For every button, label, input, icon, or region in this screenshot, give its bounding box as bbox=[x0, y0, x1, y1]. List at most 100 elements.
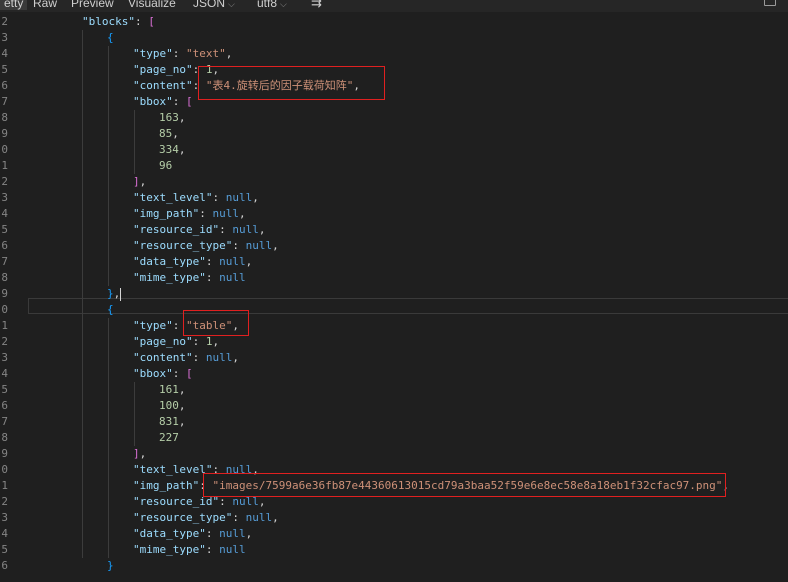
line-number: 2 bbox=[1, 335, 8, 348]
code-line[interactable]: ], bbox=[133, 446, 146, 462]
line-number: 9 bbox=[1, 447, 8, 460]
code-token-kw: null bbox=[205, 351, 233, 364]
code-token-punc: , bbox=[139, 175, 147, 188]
content-highlight bbox=[198, 66, 385, 100]
code-token-punc: : bbox=[199, 207, 213, 220]
tab-visualize[interactable]: Visualize bbox=[128, 0, 176, 10]
line-number: 5 bbox=[1, 383, 8, 396]
code-token-punc: , bbox=[113, 287, 121, 300]
code-token-punc: , bbox=[172, 127, 179, 140]
code-line[interactable]: 100, bbox=[159, 398, 186, 414]
code-token-br1: ] bbox=[133, 447, 140, 460]
img-path-highlight bbox=[203, 473, 726, 497]
code-token-punc: , bbox=[272, 239, 279, 252]
line-number: 3 bbox=[1, 191, 8, 204]
code-token-punc: , bbox=[212, 335, 220, 348]
code-line[interactable]: 96 bbox=[159, 158, 172, 174]
format-select[interactable]: JSON ⌵ bbox=[193, 0, 235, 11]
code-token-key: "blocks" bbox=[82, 15, 135, 28]
text-cursor bbox=[120, 287, 122, 301]
code-line[interactable]: 163, bbox=[159, 110, 186, 126]
code-token-punc: : bbox=[172, 367, 186, 380]
code-line[interactable]: "mime_type": null bbox=[133, 542, 246, 558]
code-token-punc: , bbox=[178, 415, 186, 428]
encoding-select[interactable]: utf8 ⌵ bbox=[257, 0, 287, 11]
code-token-key: "page_no" bbox=[133, 335, 193, 348]
code-token-br1: [ bbox=[186, 367, 193, 380]
code-token-key: "img_path" bbox=[133, 207, 200, 220]
code-line[interactable]: "img_path": null, bbox=[133, 206, 246, 222]
indent-guide bbox=[108, 46, 109, 286]
code-token-key: "resource_type" bbox=[133, 511, 233, 524]
code-line[interactable]: 334, bbox=[159, 142, 186, 158]
code-token-kw: null bbox=[225, 191, 253, 204]
code-token-key: "mime_type" bbox=[133, 271, 206, 284]
encoding-select-value: utf8 bbox=[257, 0, 278, 10]
code-line[interactable]: "blocks": [ bbox=[82, 14, 155, 30]
code-token-punc: , bbox=[178, 143, 186, 156]
code-token-punc: : bbox=[232, 239, 246, 252]
code-token-num: 96 bbox=[159, 159, 173, 172]
code-line[interactable]: { bbox=[107, 30, 114, 46]
code-line[interactable]: "mime_type": null bbox=[133, 270, 246, 286]
code-line[interactable]: { bbox=[107, 302, 114, 318]
line-number: 4 bbox=[1, 207, 8, 220]
code-token-key: "text_level" bbox=[133, 191, 213, 204]
code-line[interactable]: 831, bbox=[159, 414, 186, 430]
code-token-kw: null bbox=[219, 255, 246, 268]
line-number: 5 bbox=[1, 543, 8, 556]
line-number: 0 bbox=[1, 303, 8, 316]
window-icon[interactable] bbox=[764, 0, 776, 6]
code-token-kw: null bbox=[245, 239, 273, 252]
code-line[interactable]: "page_no": 1, bbox=[133, 334, 219, 350]
code-line[interactable]: "content": null, bbox=[133, 350, 239, 366]
code-token-br2: { bbox=[107, 303, 114, 316]
code-line[interactable]: }, bbox=[107, 286, 122, 302]
code-line[interactable]: "data_type": null, bbox=[133, 526, 252, 542]
line-number: 7 bbox=[1, 95, 8, 108]
line-number: 1 bbox=[1, 319, 8, 332]
word-wrap-icon[interactable]: ⇉ bbox=[311, 0, 322, 11]
code-line[interactable]: "type": "text", bbox=[133, 46, 232, 62]
line-number: 8 bbox=[1, 431, 8, 444]
line-number: 2 bbox=[1, 175, 8, 188]
code-line[interactable]: ], bbox=[133, 174, 146, 190]
code-token-num: 100 bbox=[159, 399, 179, 412]
code-line[interactable]: "resource_id": null, bbox=[133, 222, 265, 238]
code-line[interactable]: 227 bbox=[159, 430, 179, 446]
code-line[interactable]: 85, bbox=[159, 126, 179, 142]
code-token-br1: ] bbox=[133, 175, 140, 188]
code-token-num: 163 bbox=[159, 111, 179, 124]
code-token-punc: : bbox=[205, 527, 220, 540]
code-token-num: 227 bbox=[159, 431, 179, 444]
code-token-punc: : bbox=[232, 511, 246, 524]
code-token-key: "data_type" bbox=[133, 255, 206, 268]
code-token-punc: , bbox=[225, 47, 233, 60]
code-line[interactable]: "bbox": [ bbox=[133, 366, 193, 382]
code-line[interactable]: } bbox=[107, 558, 114, 574]
code-token-punc: : bbox=[212, 191, 226, 204]
line-number: 1 bbox=[1, 479, 8, 492]
code-line[interactable]: "data_type": null, bbox=[133, 254, 252, 270]
code-token-punc: : bbox=[192, 351, 206, 364]
code-token-key: "resource_type" bbox=[133, 239, 233, 252]
code-line[interactable]: "resource_type": null, bbox=[133, 510, 279, 526]
code-token-punc: : bbox=[219, 223, 233, 236]
code-token-key: "content" bbox=[133, 351, 193, 364]
viewer-toolbar: etty Raw Preview Visualize JSON ⌵ utf8 ⌵ ⇉ bbox=[0, 0, 788, 12]
code-token-br2: { bbox=[107, 31, 114, 44]
line-number: 1 bbox=[1, 159, 8, 172]
type-table-highlight bbox=[183, 310, 249, 336]
tab-preview[interactable]: Preview bbox=[71, 0, 114, 10]
format-select-value: JSON bbox=[193, 0, 226, 10]
code-line[interactable]: "resource_type": null, bbox=[133, 238, 279, 254]
tab-pretty[interactable]: etty bbox=[0, 0, 28, 10]
code-line[interactable]: "bbox": [ bbox=[133, 94, 193, 110]
code-line[interactable]: "text_level": null, bbox=[133, 190, 259, 206]
tab-raw[interactable]: Raw bbox=[33, 0, 57, 10]
indent-guide bbox=[108, 318, 109, 558]
code-line[interactable]: 161, bbox=[159, 382, 186, 398]
code-token-punc: , bbox=[238, 207, 246, 220]
code-token-key: "data_type" bbox=[133, 527, 206, 540]
code-token-str: "text" bbox=[186, 47, 226, 60]
